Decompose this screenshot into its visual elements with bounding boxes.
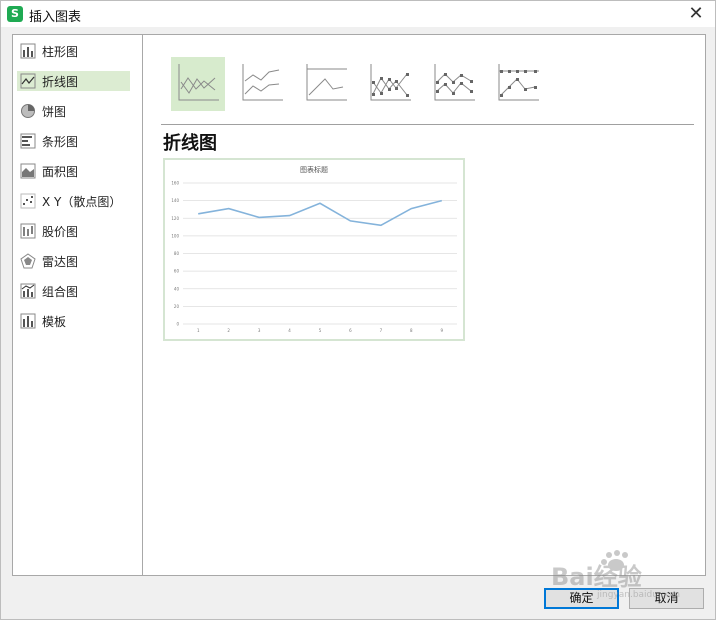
pie-chart-icon xyxy=(21,104,35,118)
x-tick-label: 5 xyxy=(319,328,322,333)
y-tick-label: 20 xyxy=(174,304,180,309)
sidebar-item-bar[interactable]: 条形图 xyxy=(17,131,130,151)
sidebar-item-label: 饼图 xyxy=(42,104,67,119)
x-tick-label: 7 xyxy=(380,328,383,333)
cancel-button[interactable]: 取消 xyxy=(629,588,704,609)
column-chart-icon xyxy=(20,43,36,59)
y-tick-label: 100 xyxy=(171,233,179,238)
sidebar-item-radar[interactable]: 雷达图 xyxy=(17,251,130,271)
subtype-stacked-line-with-markers[interactable] xyxy=(427,57,481,111)
x-tick-label: 1 xyxy=(197,328,200,333)
sidebar-item-area[interactable]: 面积图 xyxy=(17,161,130,181)
close-button[interactable]: ✕ xyxy=(685,3,707,25)
dialog-title: 插入图表 xyxy=(29,10,82,25)
sidebar-item-label: 折线图 xyxy=(42,74,79,89)
x-tick-label: 2 xyxy=(227,328,230,333)
dialog-content: 柱形图 折线图 饼图 条形图 面积图 X Y（散点图） 股价图 雷达图 组合图 … xyxy=(12,34,706,576)
subtype-line[interactable] xyxy=(171,57,225,111)
close-icon: ✕ xyxy=(688,3,704,24)
y-tick-label: 80 xyxy=(174,251,180,256)
chart-preview: 图表标题 0 20 40 60 80 100 120 140 160 1 2 3 4 5 6 7 8 9 xyxy=(163,158,465,341)
combo-chart-icon xyxy=(20,283,36,299)
x-tick-label: 6 xyxy=(349,328,352,333)
chart-title: 图表标题 xyxy=(300,165,328,174)
sidebar-item-label: 模板 xyxy=(42,314,67,329)
sidebar-item-label: X Y（散点图） xyxy=(42,194,122,209)
subtype-percent-stacked-line[interactable] xyxy=(299,57,353,111)
x-tick-label: 3 xyxy=(258,328,261,333)
chart-type-sidebar: 柱形图 折线图 饼图 条形图 面积图 X Y（散点图） 股价图 雷达图 组合图 … xyxy=(13,35,143,575)
chart-type-panel: 折线图 图表标题 0 20 40 60 80 100 120 140 160 1 2 3 4 5 6 7 8 9 xyxy=(143,35,705,575)
radar-chart-icon xyxy=(20,253,36,269)
stacked-line-markers-subtype-icon xyxy=(434,64,475,101)
percent-stacked-line-subtype-icon xyxy=(306,64,347,101)
line-chart-icon xyxy=(20,73,36,89)
y-tick-label: 140 xyxy=(171,198,179,203)
title-bar: S 插入图表 ✕ xyxy=(1,1,715,27)
line-chart-preview: 图表标题 0 20 40 60 80 100 120 140 160 1 2 3 4 5 6 7 8 9 xyxy=(171,165,457,333)
y-tick-label: 40 xyxy=(174,286,180,291)
scatter-chart-icon xyxy=(20,193,36,209)
y-tick-label: 0 xyxy=(176,322,179,327)
subtype-percent-stacked-line-with-markers[interactable] xyxy=(491,57,545,111)
sidebar-item-scatter[interactable]: X Y（散点图） xyxy=(17,191,130,211)
sidebar-item-combo[interactable]: 组合图 xyxy=(17,281,130,301)
stock-chart-icon xyxy=(20,223,36,239)
chart-type-heading: 折线图 xyxy=(163,133,217,154)
y-tick-label: 60 xyxy=(174,269,180,274)
y-tick-label: 160 xyxy=(171,181,179,186)
line-markers-subtype-icon xyxy=(370,64,411,101)
area-chart-icon xyxy=(20,163,36,179)
ok-button[interactable]: 确定 xyxy=(544,588,619,609)
stacked-line-subtype-icon xyxy=(242,64,283,101)
x-tick-label: 9 xyxy=(441,328,444,333)
sidebar-item-line[interactable]: 折线图 xyxy=(17,71,130,91)
wps-app-icon: S xyxy=(7,6,23,22)
bar-chart-icon xyxy=(20,133,36,149)
sidebar-item-label: 柱形图 xyxy=(42,44,79,59)
series-line xyxy=(198,199,443,227)
sidebar-item-pie[interactable]: 饼图 xyxy=(17,101,130,121)
sidebar-item-label: 组合图 xyxy=(42,284,79,299)
sidebar-item-template[interactable]: 模板 xyxy=(17,311,130,331)
template-icon xyxy=(20,313,36,329)
sidebar-item-column[interactable]: 柱形图 xyxy=(17,41,130,61)
subtype-line-with-markers[interactable] xyxy=(363,57,417,111)
sidebar-item-label: 股价图 xyxy=(42,224,79,239)
percent-stacked-markers-subtype-icon xyxy=(498,64,539,101)
sidebar-item-stock[interactable]: 股价图 xyxy=(17,221,130,241)
y-tick-label: 120 xyxy=(171,216,179,221)
x-tick-label: 4 xyxy=(288,328,291,333)
sidebar-item-label: 雷达图 xyxy=(42,254,79,269)
divider xyxy=(161,124,694,125)
sidebar-item-label: 条形图 xyxy=(42,134,79,149)
subtype-stacked-line[interactable] xyxy=(235,57,289,111)
insert-chart-dialog: S 插入图表 ✕ 柱形图 折线图 饼图 条形图 面积图 X Y（散点图） 股价图… xyxy=(0,0,716,620)
line-subtype-icon xyxy=(178,64,219,101)
sidebar-item-label: 面积图 xyxy=(42,164,79,179)
x-tick-label: 8 xyxy=(410,328,413,333)
